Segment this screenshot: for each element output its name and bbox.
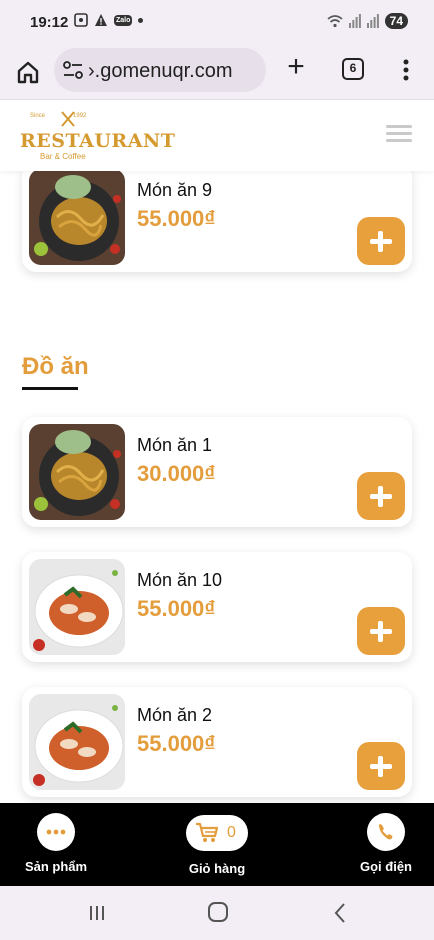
add-to-cart-button[interactable] <box>357 607 405 655</box>
notification-icons: Zalo <box>74 13 144 27</box>
more-dots-icon <box>37 813 75 851</box>
warning-icon <box>95 14 107 26</box>
item-name: Món ăn 9 <box>137 180 213 200</box>
more-options-icon[interactable] <box>398 56 414 84</box>
site-header: Since 1992 RESTAURANT Bar & Coffee <box>0 101 434 171</box>
add-to-cart-button[interactable] <box>357 217 405 265</box>
restaurant-logo[interactable]: Since 1992 RESTAURANT Bar & Coffee <box>20 109 175 165</box>
phone-icon <box>367 813 405 851</box>
menu-item-card[interactable]: Món ăn 9 55.000₫ <box>22 171 412 272</box>
products-button[interactable]: Sản phẩm <box>22 813 90 874</box>
item-price: 55.000₫ <box>137 596 216 621</box>
add-to-cart-button[interactable] <box>357 472 405 520</box>
signal-icon-2 <box>366 14 379 28</box>
status-bar: 19:12 Zalo 74 <box>0 0 434 44</box>
signal-icon <box>348 14 361 28</box>
item-name: Món ăn 10 <box>137 570 223 590</box>
fork-knife-icon <box>61 111 75 127</box>
address-bar[interactable]: ›.gomenuqr.com <box>54 48 266 92</box>
call-button[interactable]: Gọi điện <box>358 813 414 874</box>
item-name: Món ăn 1 <box>137 435 213 455</box>
cart-label: Giỏ hàng <box>188 861 246 876</box>
bottom-action-bar: Sản phẩm 0 Giỏ hàng Gọi điện <box>0 803 434 886</box>
new-tab-icon[interactable]: + <box>284 52 308 82</box>
home-icon[interactable] <box>14 58 42 86</box>
menu-content[interactable]: Món ăn 9 55.000₫ Đồ ăn Món ăn 1 30.000₫ <box>0 171 434 803</box>
section-underline <box>22 387 78 390</box>
logo-since: Since <box>30 113 46 119</box>
home-nav-icon[interactable] <box>208 902 228 922</box>
item-price: 55.000₫ <box>137 206 216 231</box>
cart-pill: 0 <box>186 815 248 851</box>
products-label: Sản phẩm <box>24 859 88 874</box>
food-image <box>29 559 125 655</box>
tab-switcher-button[interactable]: 6 <box>342 58 364 80</box>
menu-item-card[interactable]: Món ăn 1 30.000₫ <box>22 417 412 527</box>
recent-apps-icon[interactable] <box>88 904 106 922</box>
menu-icon[interactable] <box>386 125 412 143</box>
screenshot-icon <box>74 13 88 27</box>
cart-count: 0 <box>227 824 236 841</box>
item-price: 55.000₫ <box>137 731 216 756</box>
cart-icon <box>196 822 219 842</box>
system-nav-bar <box>0 886 434 940</box>
food-image <box>29 694 125 790</box>
food-image <box>29 424 125 520</box>
food-image <box>29 171 125 265</box>
menu-item-card[interactable]: Món ăn 2 55.000₫ <box>22 687 412 797</box>
noodle-dish-image <box>29 171 125 265</box>
squid-dish-image <box>29 559 125 655</box>
item-name: Món ăn 2 <box>137 705 213 725</box>
call-label: Gọi điện <box>360 859 412 874</box>
logo-name: RESTAURANT <box>20 130 176 152</box>
url-text: ›.gomenuqr.com <box>88 60 233 82</box>
noodle-dish-image <box>29 424 125 520</box>
logo-subtitle: Bar & Coffee <box>40 152 86 161</box>
system-icons: 74 <box>327 13 408 29</box>
item-price: 30.000₫ <box>137 461 216 486</box>
site-settings-icon[interactable] <box>62 60 84 80</box>
add-to-cart-button[interactable] <box>357 742 405 790</box>
battery-level: 74 <box>384 13 408 29</box>
back-icon[interactable] <box>332 902 348 924</box>
more-notifications-icon <box>138 17 144 23</box>
menu-item-card[interactable]: Món ăn 10 55.000₫ <box>22 552 412 662</box>
cart-button[interactable]: 0 Giỏ hàng <box>186 815 248 876</box>
section-title: Đồ ăn <box>22 353 89 380</box>
status-time: 19:12 <box>30 14 69 31</box>
wifi-icon <box>327 15 343 28</box>
squid-dish-image <box>29 694 125 790</box>
zalo-icon: Zalo <box>114 14 133 26</box>
browser-toolbar: ›.gomenuqr.com + 6 <box>0 44 434 100</box>
